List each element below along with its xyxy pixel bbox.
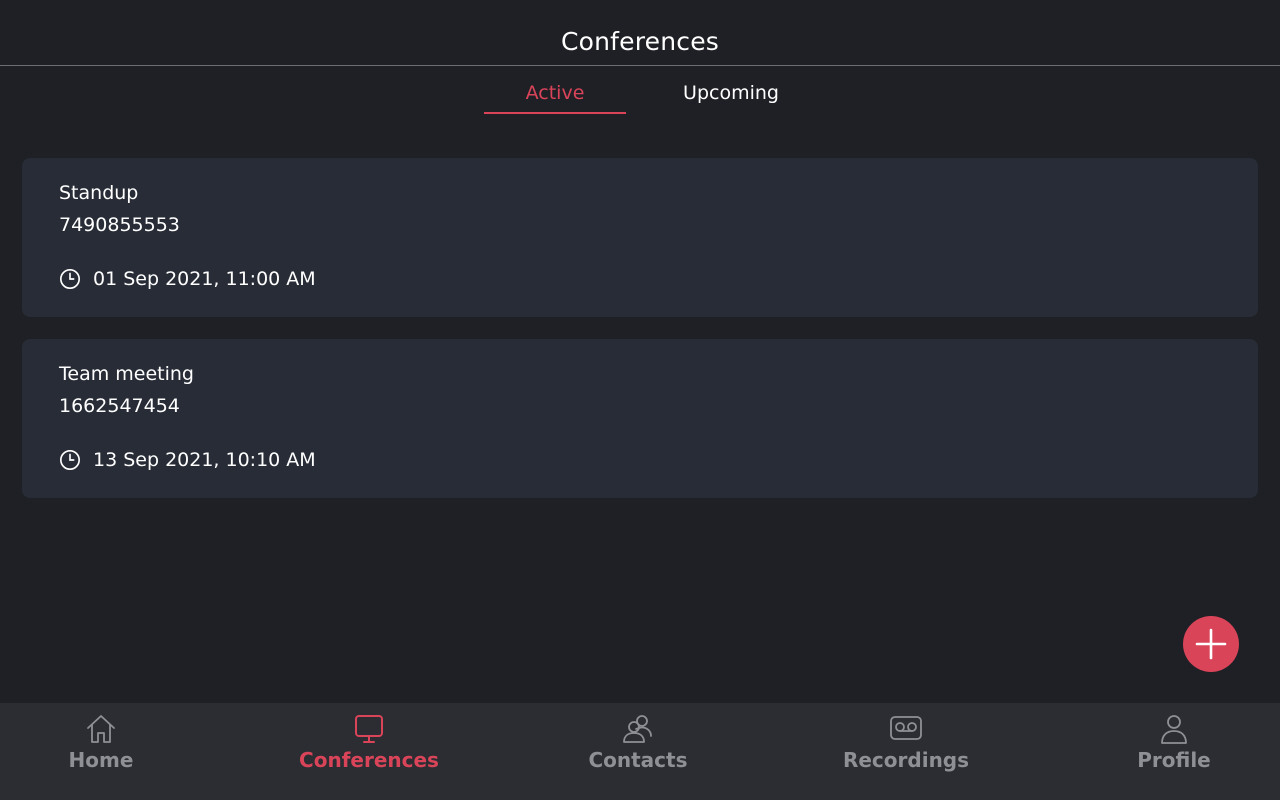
conference-card[interactable]: Team meeting 1662547454 13 Sep 2021, 10:… bbox=[22, 339, 1258, 498]
tab-active[interactable]: Active bbox=[484, 80, 626, 114]
conference-time-row: 13 Sep 2021, 10:10 AM bbox=[59, 447, 316, 473]
conference-number: 1662547454 bbox=[59, 395, 180, 417]
conference-time-row: 01 Sep 2021, 11:00 AM bbox=[59, 266, 316, 292]
header: Conferences bbox=[0, 0, 1280, 66]
nav-item-contacts[interactable]: Contacts bbox=[538, 703, 738, 800]
plus-icon bbox=[1195, 628, 1227, 660]
voicemail-icon bbox=[890, 716, 922, 740]
conference-card[interactable]: Standup 7490855553 01 Sep 2021, 11:00 AM bbox=[22, 158, 1258, 317]
nav-label-profile: Profile bbox=[1137, 748, 1211, 772]
nav-item-conferences[interactable]: Conferences bbox=[269, 703, 469, 800]
monitor-icon bbox=[355, 715, 383, 743]
nav-label-conferences: Conferences bbox=[299, 748, 439, 772]
clock-icon bbox=[60, 450, 80, 470]
add-conference-button[interactable] bbox=[1183, 616, 1239, 672]
nav-label-contacts: Contacts bbox=[588, 748, 688, 772]
nav-label-recordings: Recordings bbox=[842, 748, 970, 772]
tab-upcoming-label: Upcoming bbox=[683, 82, 779, 104]
nav-item-profile[interactable]: Profile bbox=[1074, 703, 1274, 800]
conference-name: Team meeting bbox=[59, 363, 194, 385]
conference-datetime: 13 Sep 2021, 10:10 AM bbox=[93, 449, 316, 471]
nav-item-home[interactable]: Home bbox=[1, 703, 201, 800]
nav-label-home: Home bbox=[68, 748, 134, 772]
nav-item-recordings[interactable]: Recordings bbox=[806, 703, 1006, 800]
page-title: Conferences bbox=[560, 27, 720, 56]
tab-upcoming[interactable]: Upcoming bbox=[660, 80, 802, 114]
tab-active-indicator bbox=[484, 112, 626, 114]
tab-active-label: Active bbox=[525, 82, 585, 104]
conference-datetime: 01 Sep 2021, 11:00 AM bbox=[93, 268, 316, 290]
user-icon bbox=[1161, 715, 1187, 744]
conference-number: 7490855553 bbox=[59, 214, 180, 236]
conference-tabs: Active Upcoming bbox=[0, 66, 1280, 116]
conferences-screen: Conferences Active Upcoming Standup 7490… bbox=[0, 0, 1280, 800]
clock-icon bbox=[60, 269, 80, 289]
contacts-icon bbox=[623, 715, 652, 743]
conference-name: Standup bbox=[59, 182, 139, 204]
bottom-navigation: Home Conferences Contacts Recordings Pro… bbox=[0, 703, 1280, 800]
home-icon bbox=[87, 715, 115, 743]
